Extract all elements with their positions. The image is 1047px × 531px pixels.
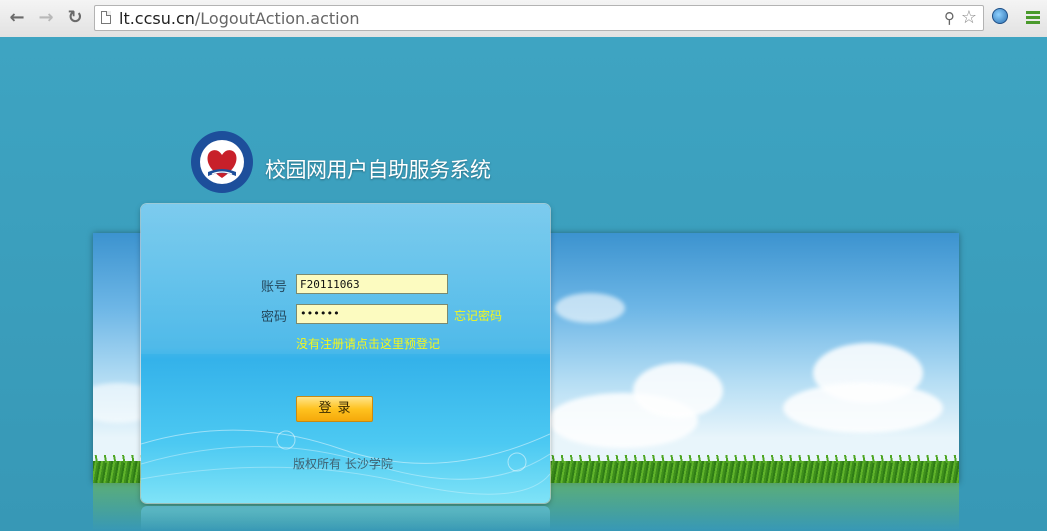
university-logo — [191, 131, 253, 193]
page-icon — [101, 11, 111, 24]
panel-reflection — [141, 506, 550, 531]
account-input[interactable] — [296, 274, 448, 294]
url-path: /LogoutAction.action — [194, 9, 360, 28]
arrow-left-icon: ← — [9, 7, 25, 28]
reload-button[interactable]: ↻ — [63, 6, 87, 30]
page-body: 校园网用户自助服务系统 账号 密码 •••••• 忘记密码 没有注册请点击这里预… — [0, 37, 1047, 531]
register-link[interactable]: 没有注册请点击这里预登记 — [296, 335, 440, 352]
url-text: lt.ccsu.cn/LogoutAction.action — [119, 9, 360, 28]
password-input[interactable]: •••••• — [296, 304, 448, 324]
browser-toolbar: ← → ↻ lt.ccsu.cn/LogoutAction.action ⚲ ☆ — [0, 0, 1047, 38]
star-icon[interactable]: ☆ — [961, 7, 977, 28]
login-panel: 账号 密码 •••••• 忘记密码 没有注册请点击这里预登记 登录 版权所有 长… — [141, 204, 550, 503]
reload-icon: ↻ — [67, 7, 83, 28]
url-host: lt.ccsu.cn — [119, 9, 195, 28]
system-title: 校园网用户自助服务系统 — [265, 158, 491, 182]
back-button[interactable]: ← — [5, 6, 29, 30]
password-label: 密码 — [261, 310, 288, 325]
address-bar[interactable]: lt.ccsu.cn/LogoutAction.action ⚲ ☆ — [94, 5, 984, 31]
forgot-password-link[interactable]: 忘记密码 — [454, 307, 502, 324]
copyright-text: 版权所有 长沙学院 — [293, 457, 393, 471]
forward-button[interactable]: → — [34, 6, 58, 30]
arrow-right-icon: → — [38, 7, 54, 28]
key-icon[interactable]: ⚲ — [944, 9, 955, 27]
login-button[interactable]: 登录 — [296, 396, 373, 422]
extension-icon[interactable] — [992, 8, 1008, 24]
account-label: 账号 — [261, 280, 288, 295]
hamburger-menu-icon[interactable] — [1026, 11, 1040, 24]
